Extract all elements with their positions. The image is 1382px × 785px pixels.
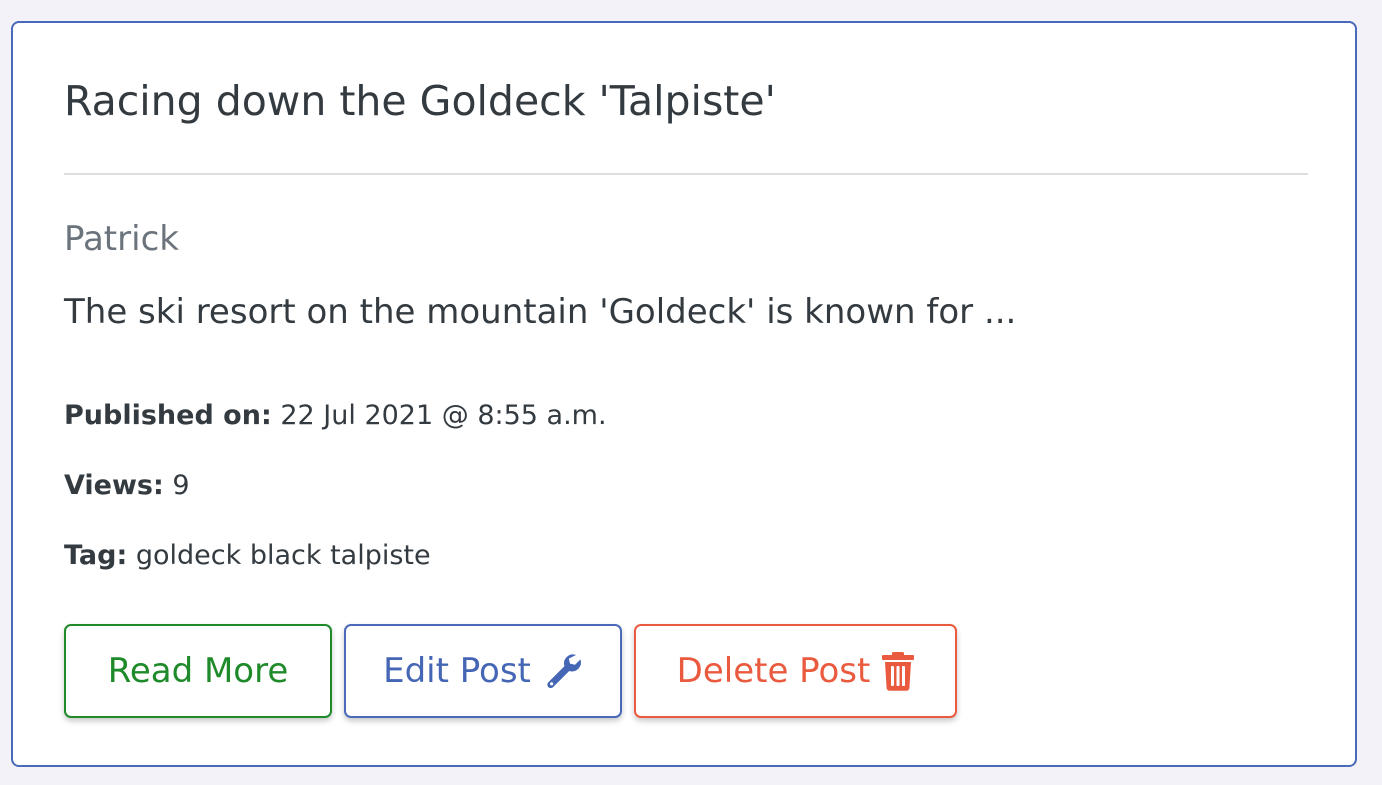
post-title: Racing down the Goldeck 'Talpiste' — [64, 77, 776, 125]
read-more-label: Read More — [107, 651, 289, 691]
delete-post-button[interactable]: Delete Post — [634, 624, 957, 718]
tag-row: Tag: goldeck black talpiste — [64, 540, 431, 571]
views-row: Views: 9 — [64, 470, 190, 501]
tag-label: Tag: — [64, 540, 128, 571]
published-value: 22 Jul 2021 @ 8:55 a.m. — [280, 400, 607, 431]
tag-value: goldeck black talpiste — [135, 540, 431, 571]
views-value: 9 — [172, 470, 190, 501]
edit-post-button[interactable]: Edit Post — [344, 624, 622, 718]
title-divider — [64, 173, 1308, 175]
views-label: Views: — [64, 470, 164, 501]
read-more-button[interactable]: Read More — [64, 624, 332, 718]
published-label: Published on: — [64, 400, 272, 431]
trash-icon — [882, 652, 915, 691]
wrench-icon — [547, 654, 581, 689]
published-row: Published on: 22 Jul 2021 @ 8:55 a.m. — [64, 400, 607, 431]
edit-post-label: Edit Post — [383, 651, 531, 691]
post-card: Racing down the Goldeck 'Talpiste' Patri… — [11, 21, 1357, 767]
delete-post-label: Delete Post — [676, 651, 871, 691]
post-author: Patrick — [64, 219, 179, 259]
post-excerpt: The ski resort on the mountain 'Goldeck'… — [64, 292, 1017, 332]
